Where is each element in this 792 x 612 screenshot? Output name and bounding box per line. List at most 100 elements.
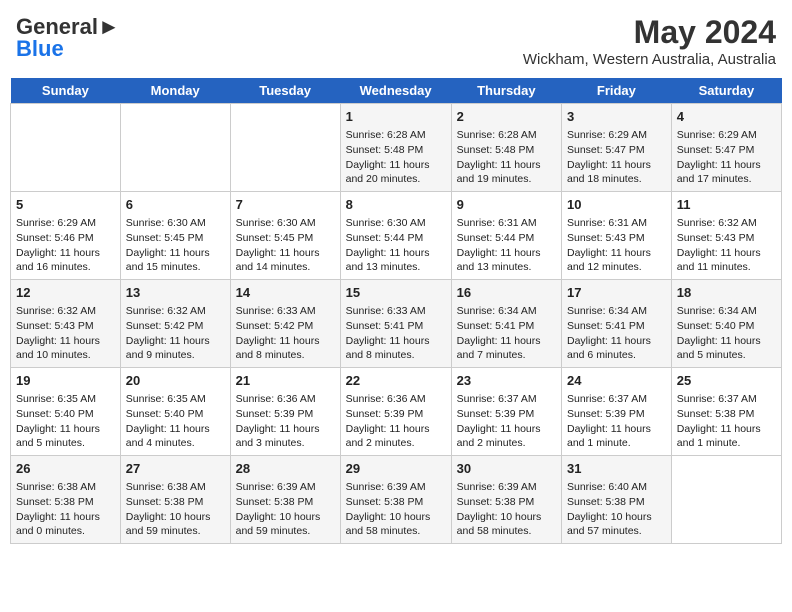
day-number: 30 <box>457 460 556 478</box>
day-number: 7 <box>236 196 335 214</box>
week-row-1: 1 Sunrise: 6:28 AMSunset: 5:48 PMDaylight… <box>11 104 782 192</box>
table-cell: 9 Sunrise: 6:31 AMSunset: 5:44 PMDaylight… <box>451 192 561 280</box>
day-number: 15 <box>346 284 446 302</box>
header-tuesday: Tuesday <box>230 78 340 104</box>
day-info: Sunrise: 6:39 AMSunset: 5:38 PMDaylight:… <box>236 480 335 539</box>
day-info: Sunrise: 6:29 AMSunset: 5:47 PMDaylight:… <box>677 128 776 187</box>
day-info: Sunrise: 6:30 AMSunset: 5:45 PMDaylight:… <box>236 216 335 275</box>
day-info: Sunrise: 6:30 AMSunset: 5:45 PMDaylight:… <box>126 216 225 275</box>
day-number: 10 <box>567 196 666 214</box>
day-info: Sunrise: 6:32 AMSunset: 5:42 PMDaylight:… <box>126 304 225 363</box>
day-info: Sunrise: 6:37 AMSunset: 5:38 PMDaylight:… <box>677 392 776 451</box>
table-cell: 18 Sunrise: 6:34 AMSunset: 5:40 PMDayligh… <box>671 280 781 368</box>
day-number: 9 <box>457 196 556 214</box>
day-number: 16 <box>457 284 556 302</box>
table-cell: 17Sunrise: 6:34 AMSunset: 5:41 PMDayligh… <box>562 280 672 368</box>
logo-subtext: Blue <box>16 36 64 62</box>
page-header: General► Blue May 2024 Wickham, Western … <box>10 10 782 72</box>
day-number: 13 <box>126 284 225 302</box>
day-number: 21 <box>236 372 335 390</box>
table-cell: 7 Sunrise: 6:30 AMSunset: 5:45 PMDaylight… <box>230 192 340 280</box>
table-cell: 6Sunrise: 6:30 AMSunset: 5:45 PMDaylight… <box>120 192 230 280</box>
day-number: 31 <box>567 460 666 478</box>
day-info: Sunrise: 6:29 AMSunset: 5:47 PMDaylight:… <box>567 128 666 187</box>
day-info: Sunrise: 6:28 AMSunset: 5:48 PMDaylight:… <box>457 128 556 187</box>
day-info: Sunrise: 6:33 AMSunset: 5:42 PMDaylight:… <box>236 304 335 363</box>
table-cell: 21 Sunrise: 6:36 AMSunset: 5:39 PMDayligh… <box>230 368 340 456</box>
day-info: Sunrise: 6:31 AMSunset: 5:44 PMDaylight:… <box>457 216 556 275</box>
day-info: Sunrise: 6:30 AMSunset: 5:44 PMDaylight:… <box>346 216 446 275</box>
table-cell: 27 Sunrise: 6:38 AMSunset: 5:38 PMDayligh… <box>120 456 230 544</box>
week-row-5: 26Sunrise: 6:38 AMSunset: 5:38 PMDayligh… <box>11 456 782 544</box>
day-info: Sunrise: 6:40 AMSunset: 5:38 PMDaylight:… <box>567 480 666 539</box>
title-block: May 2024 Wickham, Western Australia, Aus… <box>523 14 776 68</box>
day-number: 3 <box>567 108 666 126</box>
week-row-4: 19Sunrise: 6:35 AMSunset: 5:40 PMDayligh… <box>11 368 782 456</box>
day-number: 18 <box>677 284 776 302</box>
table-cell: 20 Sunrise: 6:35 AMSunset: 5:40 PMDayligh… <box>120 368 230 456</box>
day-info: Sunrise: 6:39 AMSunset: 5:38 PMDaylight:… <box>346 480 446 539</box>
day-info: Sunrise: 6:38 AMSunset: 5:38 PMDaylight:… <box>126 480 225 539</box>
day-info: Sunrise: 6:29 AMSunset: 5:46 PMDaylight:… <box>16 216 115 275</box>
day-number: 5 <box>16 196 115 214</box>
table-cell: 13 Sunrise: 6:32 AMSunset: 5:42 PMDayligh… <box>120 280 230 368</box>
week-row-2: 5 Sunrise: 6:29 AMSunset: 5:46 PMDaylight… <box>11 192 782 280</box>
header-saturday: Saturday <box>671 78 781 104</box>
calendar-title: May 2024 <box>523 14 776 51</box>
table-cell: 31 Sunrise: 6:40 AMSunset: 5:38 PMDayligh… <box>562 456 672 544</box>
table-cell: 3 Sunrise: 6:29 AMSunset: 5:47 PMDaylight… <box>562 104 672 192</box>
table-cell: 5 Sunrise: 6:29 AMSunset: 5:46 PMDaylight… <box>11 192 121 280</box>
day-number: 12 <box>16 284 115 302</box>
day-number: 17 <box>567 284 666 302</box>
table-cell: 1 Sunrise: 6:28 AMSunset: 5:48 PMDaylight… <box>340 104 451 192</box>
day-number: 4 <box>677 108 776 126</box>
table-cell: 24 Sunrise: 6:37 AMSunset: 5:39 PMDayligh… <box>562 368 672 456</box>
header-thursday: Thursday <box>451 78 561 104</box>
header-friday: Friday <box>562 78 672 104</box>
day-info: Sunrise: 6:39 AMSunset: 5:38 PMDaylight:… <box>457 480 556 539</box>
table-cell <box>11 104 121 192</box>
table-cell: 2 Sunrise: 6:28 AMSunset: 5:48 PMDaylight… <box>451 104 561 192</box>
day-number: 11 <box>677 196 776 214</box>
table-cell: 30 Sunrise: 6:39 AMSunset: 5:38 PMDayligh… <box>451 456 561 544</box>
table-cell: 11 Sunrise: 6:32 AMSunset: 5:43 PMDayligh… <box>671 192 781 280</box>
table-cell <box>230 104 340 192</box>
table-cell <box>120 104 230 192</box>
table-cell: 29 Sunrise: 6:39 AMSunset: 5:38 PMDayligh… <box>340 456 451 544</box>
table-cell: 14Sunrise: 6:33 AMSunset: 5:42 PMDayligh… <box>230 280 340 368</box>
day-info: Sunrise: 6:32 AMSunset: 5:43 PMDaylight:… <box>16 304 115 363</box>
header-wednesday: Wednesday <box>340 78 451 104</box>
day-info: Sunrise: 6:38 AMSunset: 5:38 PMDaylight:… <box>16 480 115 539</box>
day-number: 8 <box>346 196 446 214</box>
week-row-3: 12 Sunrise: 6:32 AMSunset: 5:43 PMDayligh… <box>11 280 782 368</box>
day-number: 2 <box>457 108 556 126</box>
day-number: 20 <box>126 372 225 390</box>
day-number: 24 <box>567 372 666 390</box>
day-number: 25 <box>677 372 776 390</box>
day-number: 23 <box>457 372 556 390</box>
day-info: Sunrise: 6:36 AMSunset: 5:39 PMDaylight:… <box>236 392 335 451</box>
day-info: Sunrise: 6:34 AMSunset: 5:41 PMDaylight:… <box>457 304 556 363</box>
day-number: 28 <box>236 460 335 478</box>
day-info: Sunrise: 6:31 AMSunset: 5:43 PMDaylight:… <box>567 216 666 275</box>
day-info: Sunrise: 6:32 AMSunset: 5:43 PMDaylight:… <box>677 216 776 275</box>
table-cell: 15Sunrise: 6:33 AMSunset: 5:41 PMDayligh… <box>340 280 451 368</box>
header-monday: Monday <box>120 78 230 104</box>
table-cell: 23Sunrise: 6:37 AMSunset: 5:39 PMDayligh… <box>451 368 561 456</box>
day-number: 1 <box>346 108 446 126</box>
table-cell: 8 Sunrise: 6:30 AMSunset: 5:44 PMDaylight… <box>340 192 451 280</box>
table-cell: 26Sunrise: 6:38 AMSunset: 5:38 PMDayligh… <box>11 456 121 544</box>
day-info: Sunrise: 6:28 AMSunset: 5:48 PMDaylight:… <box>346 128 446 187</box>
day-info: Sunrise: 6:36 AMSunset: 5:39 PMDaylight:… <box>346 392 446 451</box>
table-cell: 19Sunrise: 6:35 AMSunset: 5:40 PMDayligh… <box>11 368 121 456</box>
day-info: Sunrise: 6:34 AMSunset: 5:40 PMDaylight:… <box>677 304 776 363</box>
day-info: Sunrise: 6:37 AMSunset: 5:39 PMDaylight:… <box>567 392 666 451</box>
table-cell: 4 Sunrise: 6:29 AMSunset: 5:47 PMDaylight… <box>671 104 781 192</box>
header-sunday: Sunday <box>11 78 121 104</box>
day-number: 29 <box>346 460 446 478</box>
table-cell: 10 Sunrise: 6:31 AMSunset: 5:43 PMDayligh… <box>562 192 672 280</box>
day-info: Sunrise: 6:35 AMSunset: 5:40 PMDaylight:… <box>126 392 225 451</box>
table-cell <box>671 456 781 544</box>
calendar-subtitle: Wickham, Western Australia, Australia <box>523 51 776 68</box>
day-number: 27 <box>126 460 225 478</box>
